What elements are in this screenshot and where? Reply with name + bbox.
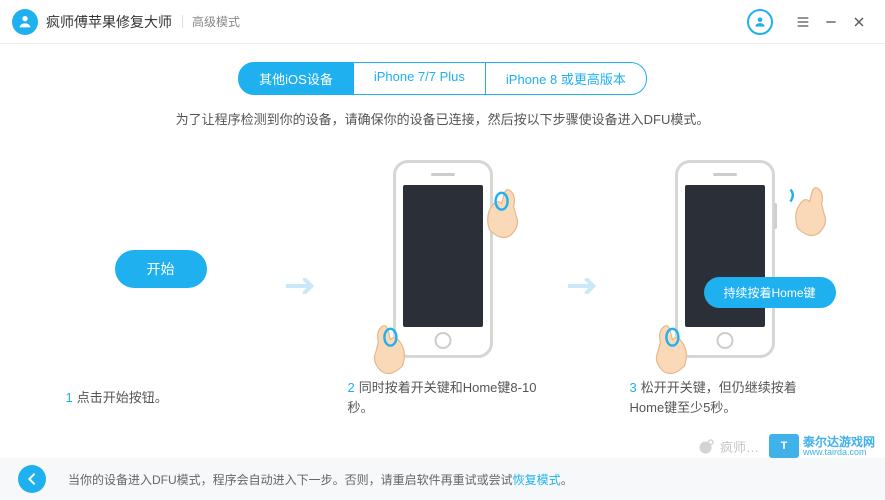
titlebar: 疯师傅苹果修复大师 高级模式 xyxy=(0,0,885,44)
start-button[interactable]: 开始 xyxy=(115,250,207,288)
user-avatar-icon[interactable] xyxy=(747,9,773,35)
step-1-label: 1 点击开始按钮。 xyxy=(66,388,256,408)
back-button[interactable] xyxy=(18,465,46,493)
mode-label: 高级模式 xyxy=(182,13,240,30)
step-2: 2同时按着开关键和Home键8-10秒。 xyxy=(348,154,538,417)
finger-release-icon xyxy=(788,180,836,240)
app-logo-icon xyxy=(12,9,38,35)
weibo-watermark: 疯师… xyxy=(698,437,759,456)
app-title: 疯师傅苹果修复大师 xyxy=(46,12,172,32)
arrow-icon xyxy=(568,276,600,296)
tab-iphone7[interactable]: iPhone 7/7 Plus xyxy=(354,62,486,95)
tab-other-ios[interactable]: 其他iOS设备 xyxy=(238,62,354,95)
step-3-label: 3松开开关键，但仍继续按着Home键至少5秒。 xyxy=(630,378,820,417)
site-watermark: T 泰尔达游戏网 www.tairda.com xyxy=(769,434,875,458)
finger-home-icon xyxy=(364,318,412,378)
footer-text: 当你的设备进入DFU模式，程序会自动进入下一步。否则，请重启软件再重试或尝试恢复… xyxy=(68,471,573,488)
instruction-subtitle: 为了让程序检测到你的设备，请确保你的设备已连接，然后按以下步骤使设备进入DFU模… xyxy=(0,109,885,128)
footer-bar: 当你的设备进入DFU模式，程序会自动进入下一步。否则，请重启软件再重试或尝试恢复… xyxy=(0,458,885,500)
finger-home-icon xyxy=(646,318,694,378)
step-3-text: 松开开关键，但仍继续按着Home键至少5秒。 xyxy=(630,380,797,415)
close-icon[interactable] xyxy=(845,8,873,36)
step-3: 持续按着Home键 3松开开关键，但仍继续按着Home键至少5秒。 xyxy=(630,154,820,417)
site-logo-icon: T xyxy=(769,434,799,458)
step-1-number: 1 xyxy=(66,390,73,405)
finger-power-icon xyxy=(480,182,528,242)
arrow-icon xyxy=(286,276,318,296)
step-2-text: 同时按着开关键和Home键8-10秒。 xyxy=(348,380,537,415)
recovery-mode-link[interactable]: 恢复模式 xyxy=(513,473,561,487)
menu-icon[interactable] xyxy=(789,8,817,36)
step-1-text: 点击开始按钮。 xyxy=(77,390,168,405)
steps-container: 开始 1 点击开始按钮。 2同时按着开关键和Home键8-10秒。 xyxy=(0,154,885,417)
tab-iphone8[interactable]: iPhone 8 或更高版本 xyxy=(486,62,647,95)
watermark: 疯师… T 泰尔达游戏网 www.tairda.com xyxy=(698,434,875,458)
step-2-label: 2同时按着开关键和Home键8-10秒。 xyxy=(348,378,538,417)
device-tabs: 其他iOS设备 iPhone 7/7 Plus iPhone 8 或更高版本 xyxy=(0,62,885,95)
step-2-number: 2 xyxy=(348,380,355,395)
step-3-number: 3 xyxy=(630,380,637,395)
hold-home-label: 持续按着Home键 xyxy=(704,277,836,308)
step-1: 开始 1 点击开始按钮。 xyxy=(66,164,256,408)
minimize-icon[interactable] xyxy=(817,8,845,36)
